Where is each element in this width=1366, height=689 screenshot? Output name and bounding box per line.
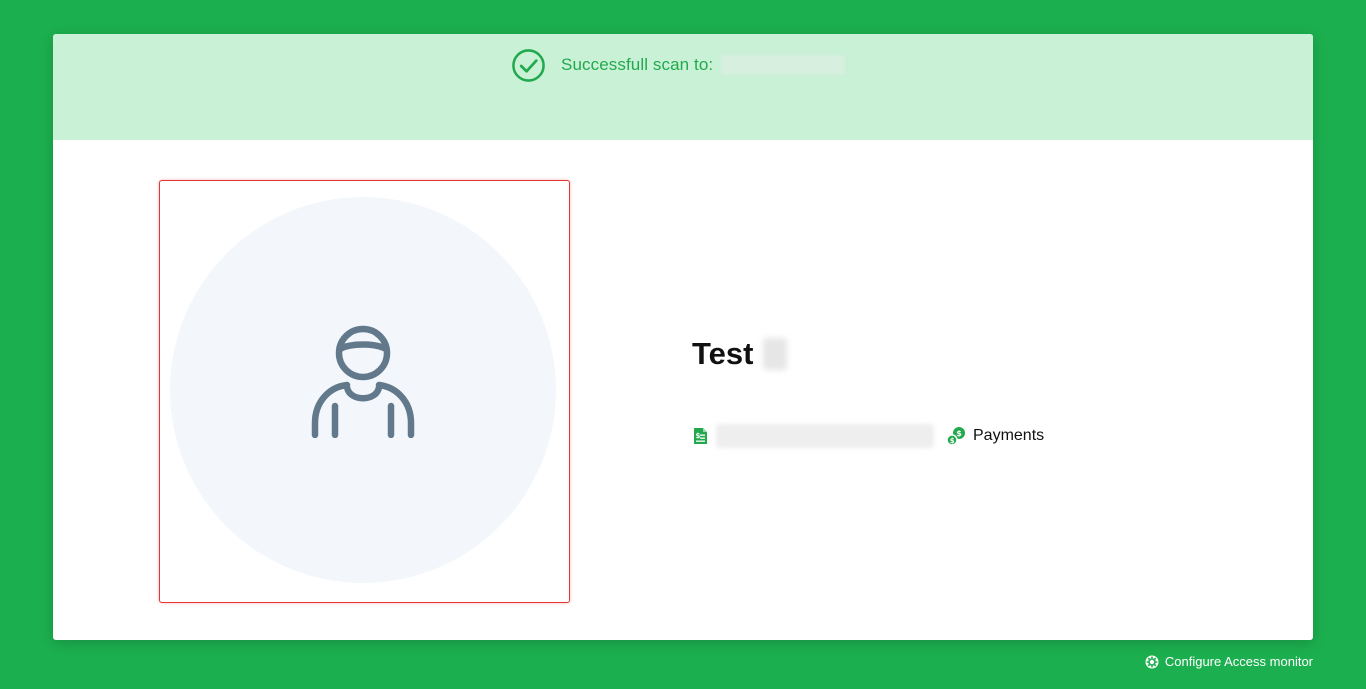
document-icon: $ (694, 428, 707, 444)
document-text-redacted (716, 424, 934, 448)
check-circle-icon (512, 48, 545, 82)
person-name-redacted (763, 338, 788, 370)
scan-target-name (721, 55, 846, 75)
avatar (170, 197, 556, 583)
person-name-text: Test (692, 336, 754, 371)
scan-result-card: Successfull scan to: Test $ $ $ Payments (53, 34, 1313, 640)
configure-access-monitor-label: Configure Access monitor (1164, 654, 1313, 669)
payments-label: Payments (973, 427, 1045, 444)
svg-text:$: $ (696, 432, 701, 440)
success-message: Successfull scan to: (511, 47, 846, 83)
money-icon: $ $ (946, 427, 965, 446)
info-row: $ $ $ Payments (693, 423, 1044, 449)
svg-text:$: $ (950, 437, 955, 445)
person-name: Test (692, 336, 788, 372)
scan-status-text: Successfull scan to: (561, 55, 714, 74)
success-banner: Successfull scan to: (53, 34, 1313, 140)
payments-link[interactable]: $ $ Payments (946, 426, 1044, 446)
svg-text:$: $ (956, 429, 962, 438)
user-icon (311, 325, 415, 438)
profile-photo-frame (159, 180, 570, 603)
gear-icon (1145, 655, 1159, 668)
configure-access-monitor-link[interactable]: Configure Access monitor (1145, 654, 1313, 669)
